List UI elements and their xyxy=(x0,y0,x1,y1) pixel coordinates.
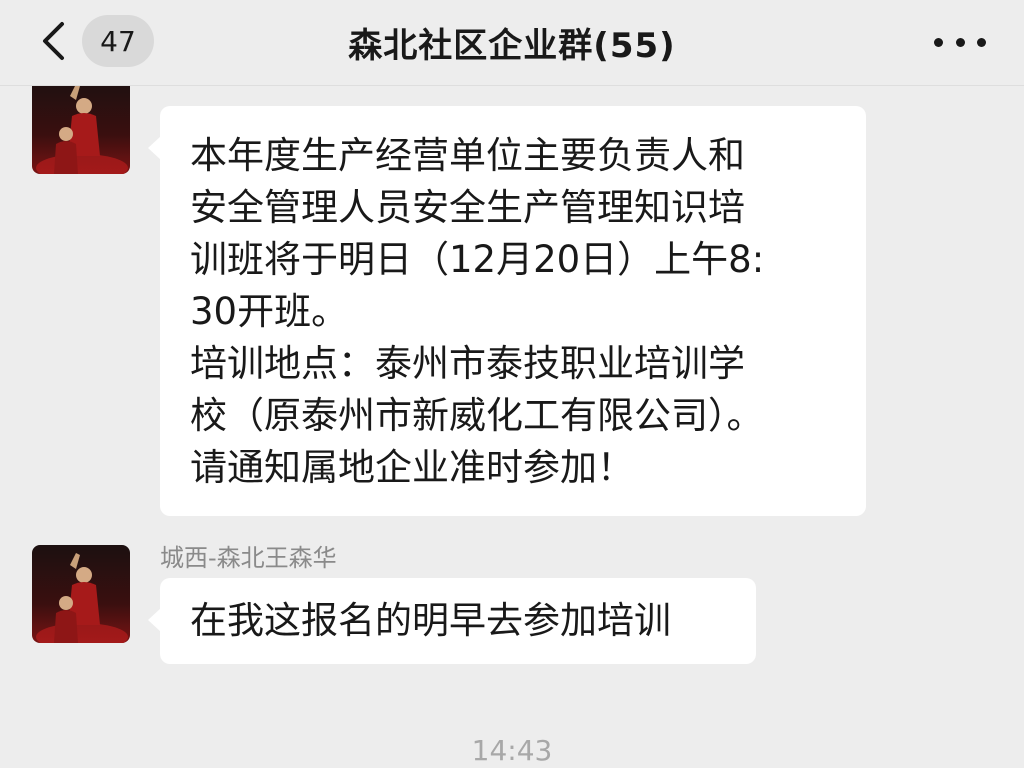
chat-header: 47 森北社区企业群(55) xyxy=(0,0,1024,86)
chat-window: 47 森北社区企业群(55) 本年度生产经营单位主要负责人和 安全管理人员安全生… xyxy=(0,0,1024,768)
chevron-left-icon xyxy=(43,22,64,60)
avatar[interactable] xyxy=(32,545,130,643)
user-avatar-photo xyxy=(32,545,130,643)
message-bubble[interactable]: 在我这报名的明早去参加培训 xyxy=(148,578,756,664)
message-text: 在我这报名的明早去参加培训 xyxy=(190,599,671,642)
message-timestamp: 14:43 xyxy=(471,734,553,767)
message-text: 本年度生产经营单位主要负责人和 安全管理人员安全生产管理知识培 训班将于明日（1… xyxy=(190,134,765,489)
message-bubble[interactable]: 本年度生产经营单位主要负责人和 安全管理人员安全生产管理知识培 训班将于明日（1… xyxy=(148,106,866,516)
avatar[interactable] xyxy=(32,76,130,174)
sender-name: 城西-森北王森华 xyxy=(160,544,337,572)
more-options-button[interactable] xyxy=(934,24,986,60)
back-button[interactable]: 47 xyxy=(38,12,154,70)
ellipsis-icon xyxy=(977,37,986,47)
ellipsis-icon xyxy=(955,37,965,47)
ellipsis-icon xyxy=(934,37,943,47)
unread-count-badge: 47 xyxy=(82,15,154,67)
user-avatar-photo xyxy=(32,76,130,174)
